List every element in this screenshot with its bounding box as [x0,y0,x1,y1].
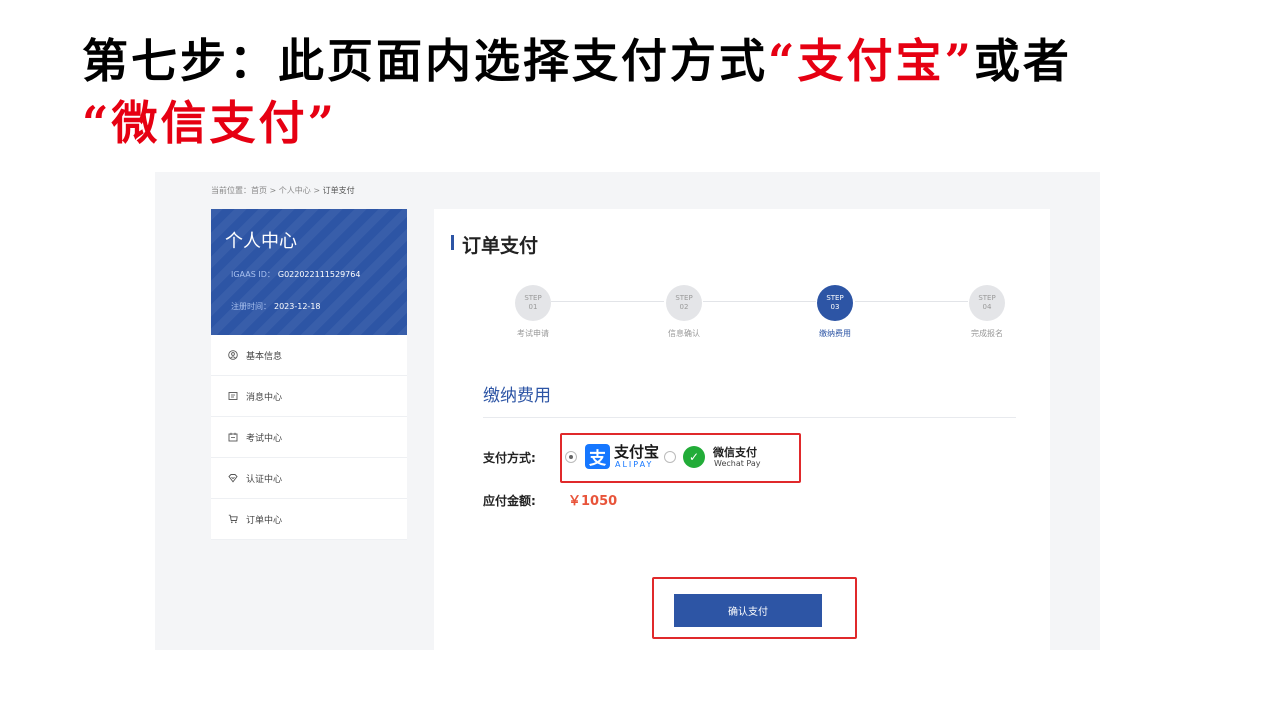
page-title-text: 订单支付 [462,235,539,257]
step-word: STEP [978,294,996,302]
step-1: STEP 01 考试申请 [498,285,568,339]
step-number: 03 [830,303,840,311]
progress-steps: STEP 01 考试申请 STEP 02 信息确认 STEP 03 缴纳费用 STEP… [434,285,1050,345]
payment-page-screenshot: 当前位置：首页 > 个人中心 > 订单支付 个人中心 IGAAS ID： G022… [155,172,1100,650]
section-title: 缴纳费用 [483,386,551,406]
sidebar-item-label: 考试中心 [246,433,283,444]
sidebar-item-label: 订单中心 [246,515,283,526]
sidebar-title: 个人中心 [225,231,297,252]
step-3-label: 缴纳费用 [819,329,851,338]
breadcrumb-current: 订单支付 [322,186,355,195]
sidebar-item-label: 基本信息 [246,351,283,362]
cart-icon [227,514,238,525]
sidebar-item-orders[interactable]: 订单中心 [211,499,407,540]
breadcrumb-prefix: 当前位置： [211,186,251,195]
step-2-label: 信息确认 [668,329,700,338]
step-word: STEP [675,294,693,302]
step-2: STEP 02 信息确认 [649,285,719,339]
step-word: STEP [826,294,844,302]
step-number: 04 [982,303,992,311]
step-1-label: 考试申请 [517,329,549,338]
wechat-pay-name[interactable]: 微信支付 [713,444,757,460]
step-4-label: 完成报名 [971,329,1003,338]
user-circle-icon [227,350,238,361]
title-accent-bar [451,235,454,250]
sidebar-menu: 基本信息 消息中心 考试中心 认证中心 订单中心 [211,335,407,540]
page-title: 订单支付 [451,231,539,258]
wechat-pay-english: Wechat Pay [714,459,761,468]
wechat-pay-logo-icon[interactable]: ✓ [683,446,705,468]
message-icon [227,391,238,402]
section-divider [483,417,1016,418]
step-4-circle: STEP 04 [969,285,1005,321]
sidebar-item-messages[interactable]: 消息中心 [211,376,407,417]
instruction-headline: 第七步：此页面内选择支付方式“支付宝”或者 “微信支付” [82,30,1232,154]
headline-or: 或者 [973,34,1072,88]
register-time-key: 注册时间： [231,302,271,311]
step-3-current: STEP 03 缴纳费用 [800,285,870,339]
igaas-id-value: G022022111529764 [277,270,361,279]
amount-due-value: ￥1050 [568,494,618,509]
sidebar-profile-card: 个人中心 IGAAS ID： G022022111529764 注册时间： 2023… [211,209,407,335]
calendar-icon [227,432,238,443]
badge-icon [227,473,238,484]
amount-due-label: 应付金额: [483,494,536,508]
step-number: 01 [528,303,538,311]
alipay-logo-icon[interactable]: 支 [585,444,610,469]
sidebar-item-label: 认证中心 [246,474,283,485]
headline-alipay: “支付宝” [768,34,974,88]
register-time-line: 注册时间： 2023-12-18 [231,301,321,312]
wechat-pay-radio[interactable] [664,451,676,463]
igaas-id-line: IGAAS ID： G022022111529764 [231,269,360,280]
sidebar-item-label: 消息中心 [246,392,283,403]
breadcrumb: 当前位置：首页 > 个人中心 > 订单支付 [211,185,355,196]
step-number: 02 [679,303,689,311]
headline-wechat: “微信支付” [82,96,337,150]
step-3-circle: STEP 03 [817,285,853,321]
confirm-payment-button[interactable]: 确认支付 [674,594,822,627]
order-payment-panel: 订单支付 STEP 01 考试申请 STEP 02 信息确认 STEP 03 缴纳费用… [434,209,1050,650]
payment-method-label: 支付方式: [483,451,536,465]
step-4: STEP 04 完成报名 [952,285,1022,339]
igaas-id-key: IGAAS ID： [231,270,275,279]
alipay-name[interactable]: 支付宝 [614,441,659,462]
step-2-circle: STEP 02 [666,285,702,321]
sidebar-item-basic-info[interactable]: 基本信息 [211,335,407,376]
alipay-english: ALIPAY [615,460,654,469]
step-word: STEP [524,294,542,302]
register-time-value: 2023-12-18 [274,302,321,311]
alipay-radio[interactable] [565,451,577,463]
step-1-circle: STEP 01 [515,285,551,321]
sidebar-item-certification[interactable]: 认证中心 [211,458,407,499]
breadcrumb-path[interactable]: 首页 > 个人中心 > [251,186,323,195]
sidebar-item-exams[interactable]: 考试中心 [211,417,407,458]
headline-text: 第七步：此页面内选择支付方式 [82,34,768,88]
